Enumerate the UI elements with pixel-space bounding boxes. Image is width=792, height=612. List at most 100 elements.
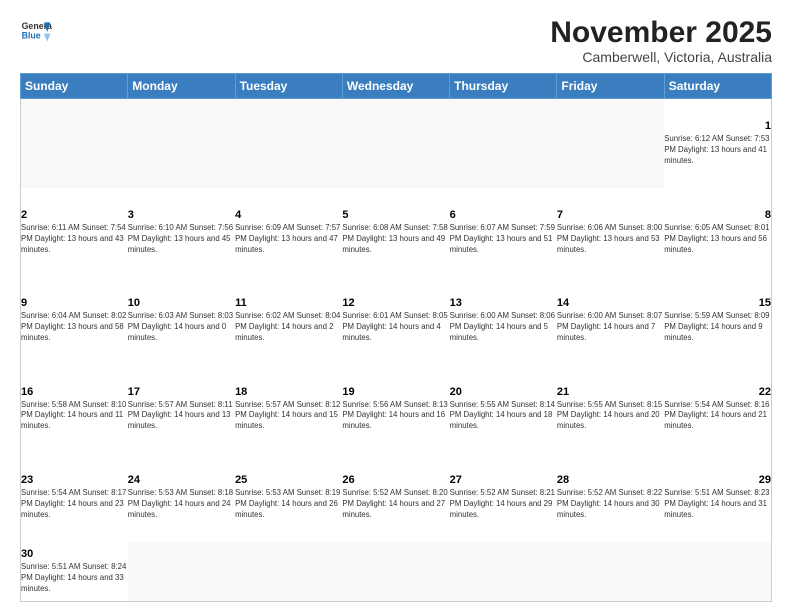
calendar-cell: 15Sunrise: 5:59 AM Sunset: 8:09 PM Dayli…: [664, 276, 771, 364]
day-number: 14: [557, 297, 664, 309]
calendar-cell: 16Sunrise: 5:58 AM Sunset: 8:10 PM Dayli…: [21, 365, 128, 453]
col-wednesday: Wednesday: [342, 74, 449, 99]
calendar-cell: [557, 99, 664, 188]
day-number: 4: [235, 209, 342, 221]
day-info: Sunrise: 6:01 AM Sunset: 8:05 PM Dayligh…: [342, 311, 449, 344]
day-info: Sunrise: 6:08 AM Sunset: 7:58 PM Dayligh…: [342, 223, 449, 256]
day-number: 10: [128, 297, 235, 309]
calendar-cell: 20Sunrise: 5:55 AM Sunset: 8:14 PM Dayli…: [450, 365, 557, 453]
calendar-cell: 3 Sunrise: 6:10 AM Sunset: 7:56 PM Daylig…: [128, 188, 235, 276]
calendar-cell: [128, 542, 235, 602]
calendar-cell: [128, 99, 235, 188]
day-number: 18: [235, 386, 342, 398]
svg-text:Blue: Blue: [22, 30, 41, 40]
day-info: Sunrise: 5:57 AM Sunset: 8:11 PM Dayligh…: [128, 400, 235, 433]
day-number: 29: [664, 474, 771, 486]
day-number: 8: [664, 209, 771, 221]
day-info: Sunrise: 5:52 AM Sunset: 8:21 PM Dayligh…: [450, 488, 557, 521]
day-number: 9: [21, 297, 128, 309]
calendar-body: 1Sunrise: 6:12 AM Sunset: 7:53 PM Daylig…: [21, 99, 772, 602]
day-number: 25: [235, 474, 342, 486]
day-info: Sunrise: 5:52 AM Sunset: 8:20 PM Dayligh…: [342, 488, 449, 521]
day-info: Sunrise: 6:11 AM Sunset: 7:54 PM Dayligh…: [21, 223, 128, 256]
calendar-cell: 19 Sunrise: 5:56 AM Sunset: 8:13 PM Dayli…: [342, 365, 449, 453]
calendar-header-row: Sunday Monday Tuesday Wednesday Thursday…: [21, 74, 772, 99]
calendar-title: November 2025: [550, 16, 772, 49]
title-block: November 2025 Camberwell, Victoria, Aust…: [550, 16, 772, 65]
calendar-cell: [235, 542, 342, 602]
calendar-cell: 24Sunrise: 5:53 AM Sunset: 8:18 PM Dayli…: [128, 453, 235, 541]
col-tuesday: Tuesday: [235, 74, 342, 99]
calendar-cell: 12 Sunrise: 6:01 AM Sunset: 8:05 PM Dayli…: [342, 276, 449, 364]
day-number: 21: [557, 386, 664, 398]
day-info: Sunrise: 5:53 AM Sunset: 8:19 PM Dayligh…: [235, 488, 342, 521]
calendar-cell: 30Sunrise: 5:51 AM Sunset: 8:24 PM Dayli…: [21, 542, 128, 602]
day-number: 3: [128, 209, 235, 221]
col-sunday: Sunday: [21, 74, 128, 99]
calendar-cell: 1Sunrise: 6:12 AM Sunset: 7:53 PM Daylig…: [664, 99, 771, 188]
day-info: Sunrise: 6:06 AM Sunset: 8:00 PM Dayligh…: [557, 223, 664, 256]
day-info: Sunrise: 5:55 AM Sunset: 8:15 PM Dayligh…: [557, 400, 664, 433]
col-monday: Monday: [128, 74, 235, 99]
calendar-cell: 21 Sunrise: 5:55 AM Sunset: 8:15 PM Dayli…: [557, 365, 664, 453]
day-info: Sunrise: 5:53 AM Sunset: 8:18 PM Dayligh…: [128, 488, 235, 521]
calendar-table: Sunday Monday Tuesday Wednesday Thursday…: [20, 73, 772, 602]
day-info: Sunrise: 6:07 AM Sunset: 7:59 PM Dayligh…: [450, 223, 557, 256]
day-info: Sunrise: 6:10 AM Sunset: 7:56 PM Dayligh…: [128, 223, 235, 256]
calendar-cell: 13 Sunrise: 6:00 AM Sunset: 8:06 PM Dayli…: [450, 276, 557, 364]
calendar-row: 1Sunrise: 6:12 AM Sunset: 7:53 PM Daylig…: [21, 99, 772, 188]
calendar-cell: 7 Sunrise: 6:06 AM Sunset: 8:00 PM Daylig…: [557, 188, 664, 276]
calendar-cell: 23 Sunrise: 5:54 AM Sunset: 8:17 PM Dayli…: [21, 453, 128, 541]
day-number: 12: [342, 297, 449, 309]
calendar-cell: 10 Sunrise: 6:03 AM Sunset: 8:03 PM Dayli…: [128, 276, 235, 364]
day-number: 6: [450, 209, 557, 221]
day-info: Sunrise: 5:51 AM Sunset: 8:24 PM Dayligh…: [21, 562, 128, 595]
day-info: Sunrise: 5:51 AM Sunset: 8:23 PM Dayligh…: [664, 488, 771, 521]
day-number: 19: [342, 386, 449, 398]
calendar-cell: 17Sunrise: 5:57 AM Sunset: 8:11 PM Dayli…: [128, 365, 235, 453]
calendar-row: 23 Sunrise: 5:54 AM Sunset: 8:17 PM Dayli…: [21, 453, 772, 541]
day-info: Sunrise: 5:54 AM Sunset: 8:17 PM Dayligh…: [21, 488, 128, 521]
calendar-row: 9 Sunrise: 6:04 AM Sunset: 8:02 PM Daylig…: [21, 276, 772, 364]
day-number: 13: [450, 297, 557, 309]
calendar-cell: 9 Sunrise: 6:04 AM Sunset: 8:02 PM Daylig…: [21, 276, 128, 364]
day-number: 22: [664, 386, 771, 398]
calendar-cell: [664, 542, 771, 602]
calendar-cell: 5Sunrise: 6:08 AM Sunset: 7:58 PM Daylig…: [342, 188, 449, 276]
calendar-cell: [450, 542, 557, 602]
calendar-cell: [342, 99, 449, 188]
day-info: Sunrise: 5:56 AM Sunset: 8:13 PM Dayligh…: [342, 400, 449, 433]
calendar-cell: 2Sunrise: 6:11 AM Sunset: 7:54 PM Daylig…: [21, 188, 128, 276]
day-number: 7: [557, 209, 664, 221]
calendar-cell: 11 Sunrise: 6:02 AM Sunset: 8:04 PM Dayli…: [235, 276, 342, 364]
calendar-row: 16Sunrise: 5:58 AM Sunset: 8:10 PM Dayli…: [21, 365, 772, 453]
header: General Blue November 2025 Camberwell, V…: [20, 16, 772, 65]
page: General Blue November 2025 Camberwell, V…: [0, 0, 792, 612]
day-number: 23: [21, 474, 128, 486]
day-number: 20: [450, 386, 557, 398]
calendar-cell: [342, 542, 449, 602]
day-number: 26: [342, 474, 449, 486]
day-info: Sunrise: 6:12 AM Sunset: 7:53 PM Dayligh…: [664, 134, 771, 167]
calendar-cell: 25 Sunrise: 5:53 AM Sunset: 8:19 PM Dayli…: [235, 453, 342, 541]
calendar-cell: 6 Sunrise: 6:07 AM Sunset: 7:59 PM Daylig…: [450, 188, 557, 276]
calendar-cell: 29 Sunrise: 5:51 AM Sunset: 8:23 PM Dayli…: [664, 453, 771, 541]
day-number: 28: [557, 474, 664, 486]
day-info: Sunrise: 6:00 AM Sunset: 8:07 PM Dayligh…: [557, 311, 664, 344]
calendar-cell: 8 Sunrise: 6:05 AM Sunset: 8:01 PM Daylig…: [664, 188, 771, 276]
calendar-cell: 18 Sunrise: 5:57 AM Sunset: 8:12 PM Dayli…: [235, 365, 342, 453]
day-info: Sunrise: 5:52 AM Sunset: 8:22 PM Dayligh…: [557, 488, 664, 521]
col-friday: Friday: [557, 74, 664, 99]
day-info: Sunrise: 6:03 AM Sunset: 8:03 PM Dayligh…: [128, 311, 235, 344]
calendar-subtitle: Camberwell, Victoria, Australia: [550, 49, 772, 65]
calendar-cell: [557, 542, 664, 602]
day-number: 11: [235, 297, 342, 309]
day-info: Sunrise: 6:05 AM Sunset: 8:01 PM Dayligh…: [664, 223, 771, 256]
day-info: Sunrise: 6:02 AM Sunset: 8:04 PM Dayligh…: [235, 311, 342, 344]
day-info: Sunrise: 5:57 AM Sunset: 8:12 PM Dayligh…: [235, 400, 342, 433]
day-info: Sunrise: 6:04 AM Sunset: 8:02 PM Dayligh…: [21, 311, 128, 344]
day-info: Sunrise: 6:09 AM Sunset: 7:57 PM Dayligh…: [235, 223, 342, 256]
calendar-cell: 22Sunrise: 5:54 AM Sunset: 8:16 PM Dayli…: [664, 365, 771, 453]
calendar-row: 2Sunrise: 6:11 AM Sunset: 7:54 PM Daylig…: [21, 188, 772, 276]
day-info: Sunrise: 6:00 AM Sunset: 8:06 PM Dayligh…: [450, 311, 557, 344]
